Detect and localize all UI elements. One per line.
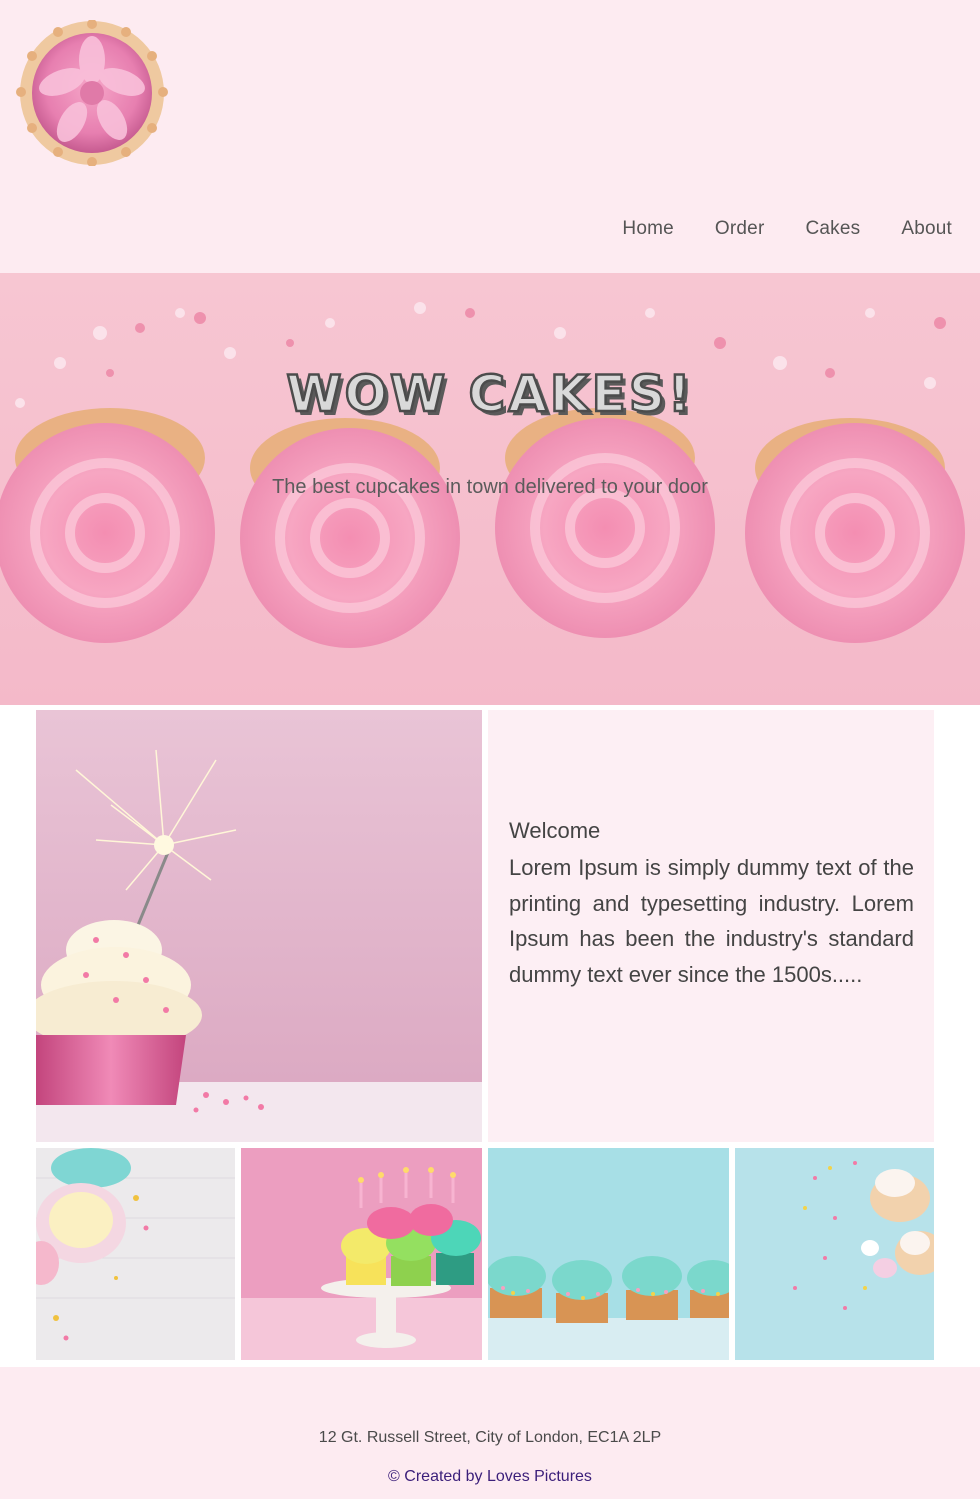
footer-address: 12 Gt. Russell Street, City of London, E… (318, 1429, 662, 1446)
gallery-image-2 (241, 1148, 482, 1360)
gallery-image-4 (735, 1148, 934, 1360)
welcome-title: Welcome (509, 818, 601, 843)
welcome-text: Lorem Ipsum is simply dummy text of the … (509, 855, 914, 987)
nav-home-link[interactable]: Home (622, 218, 673, 240)
nav-order-link[interactable]: Order (715, 218, 765, 240)
welcome-box: Welcome Lorem Ipsum is simply dummy text… (488, 710, 934, 1142)
site-header: Home Order Cakes About (0, 0, 980, 273)
gallery-image-3 (488, 1148, 729, 1360)
hero-title: WOW CAKES! (285, 364, 694, 425)
hero-subtitle: The best cupcakes in town delivered to y… (272, 476, 708, 498)
cupcake-logo-icon[interactable] (14, 19, 170, 167)
nav-cakes-link[interactable]: Cakes (805, 218, 860, 240)
gallery-image-1 (36, 1148, 235, 1360)
sparkler-cupcake-image (36, 710, 482, 1142)
footer-credit: © Created by Loves Pictures (388, 1468, 592, 1485)
nav-about-link[interactable]: About (901, 218, 952, 240)
main-nav: Home Order Cakes About (581, 218, 952, 240)
